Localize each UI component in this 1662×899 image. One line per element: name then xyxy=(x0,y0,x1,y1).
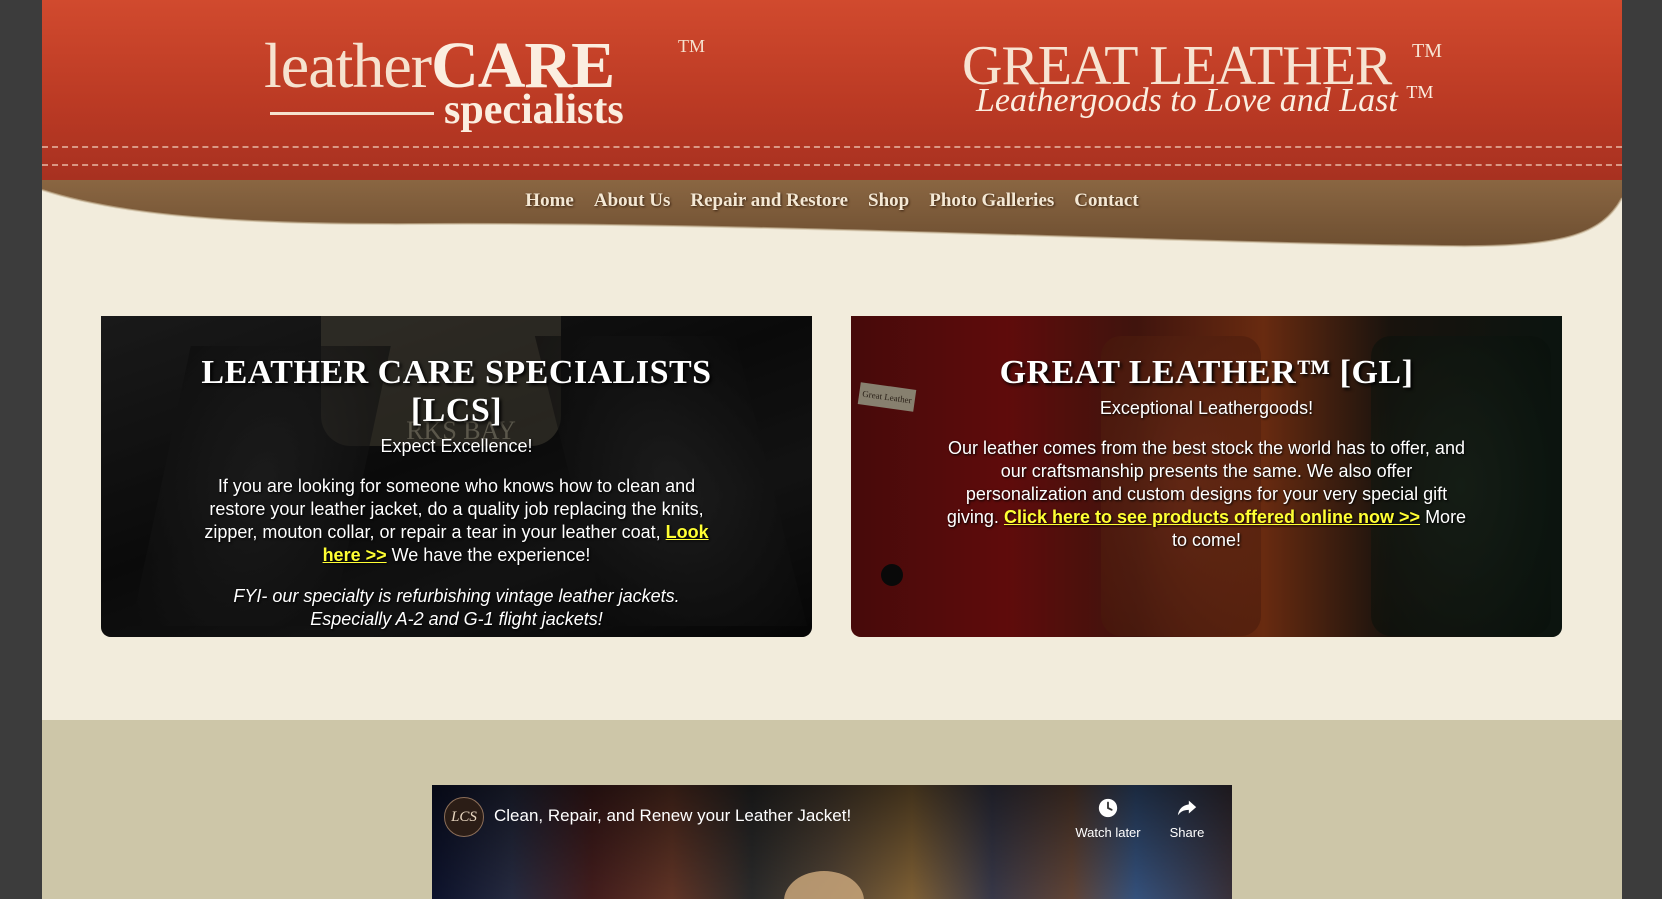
watch-later-label: Watch later xyxy=(1075,825,1141,840)
gl-card-body: Our leather comes from the best stock th… xyxy=(941,437,1472,552)
lcs-body-tail: We have the experience! xyxy=(391,545,591,565)
lcs-body-text: If you are looking for someone who knows… xyxy=(204,476,704,542)
nav-home[interactable]: Home xyxy=(525,190,574,212)
great-leather-logo[interactable]: GREAT LEATHER TM Leathergoods to Love an… xyxy=(962,30,1482,130)
great-leather-tagline: Leathergoods to Love and Last TM xyxy=(976,82,1433,120)
lcs-note-line-2: Especially A-2 and G-1 flight jackets! xyxy=(310,609,603,629)
nav-about-us[interactable]: About Us xyxy=(594,190,671,212)
share-button[interactable]: Share xyxy=(1147,797,1227,840)
video-thumbnail-person xyxy=(784,871,864,899)
lcs-card-note: FYI- our specialty is refurbishing vinta… xyxy=(191,585,722,631)
youtube-embed[interactable]: LCS Clean, Repair, and Renew your Leathe… xyxy=(432,785,1232,899)
gl-card-subtitle: Exceptional Leathergoods! xyxy=(1099,398,1314,418)
lcs-note-line-1: FYI- our specialty is refurbishing vinta… xyxy=(233,586,680,606)
share-icon xyxy=(1177,800,1197,816)
clock-icon xyxy=(1098,798,1118,818)
leathercare-logo[interactable]: leatherCARE TM specialists xyxy=(264,24,705,136)
lcs-card-subtitle: Expect Excellence! xyxy=(380,436,533,456)
logo-word-leather: leather xyxy=(264,30,432,101)
lcs-card-title: LEATHER CARE SPECIALISTS [LCS] xyxy=(201,354,712,429)
stitch-line-top xyxy=(42,146,1622,148)
tagline-trademark: TM xyxy=(1406,82,1434,102)
tagline-text: Leathergoods to Love and Last xyxy=(976,82,1398,119)
share-label: Share xyxy=(1169,825,1205,840)
logo-trademark: TM xyxy=(678,36,705,56)
logo-rule xyxy=(270,112,434,115)
logo-word-specialists: specialists xyxy=(444,87,624,133)
gl-card: Great Leather GREAT LEATHER™ [GL] Except… xyxy=(851,316,1562,637)
watch-later-button[interactable]: Watch later xyxy=(1068,797,1148,840)
lcs-card: RKS BAY LEATHER CARE SPECIALISTS [LCS] E… xyxy=(101,316,812,637)
nav-photo-galleries[interactable]: Photo Galleries xyxy=(929,190,1054,212)
gl-card-title: GREAT LEATHER™ [GL] xyxy=(999,354,1414,391)
video-title[interactable]: Clean, Repair, and Renew your Leather Ja… xyxy=(494,806,851,826)
nav-contact[interactable]: Contact xyxy=(1074,190,1138,212)
nav-repair-and-restore[interactable]: Repair and Restore xyxy=(690,190,848,212)
great-leather-trademark: TM xyxy=(1412,40,1442,62)
channel-avatar[interactable]: LCS xyxy=(444,797,484,837)
gl-shop-online-link[interactable]: Click here to see products offered onlin… xyxy=(1004,507,1420,527)
main-nav: Home About Us Repair and Restore Shop Ph… xyxy=(42,190,1622,212)
nav-shop[interactable]: Shop xyxy=(868,190,909,212)
lcs-card-body: If you are looking for someone who knows… xyxy=(191,475,722,567)
page: leatherCARE TM specialists GREAT LEATHER… xyxy=(42,0,1622,899)
